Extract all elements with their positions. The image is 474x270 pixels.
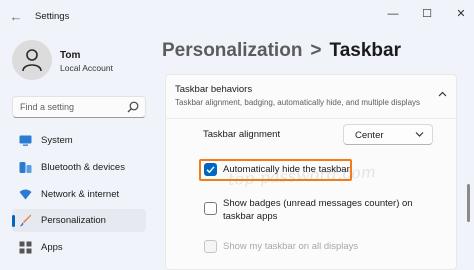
section-description: Taskbar alignment, badging, automaticall…	[175, 98, 421, 107]
sidebar-item-label: Network & internet	[41, 189, 120, 200]
title-bar: ← Settings — ☐ ✕	[0, 0, 474, 34]
breadcrumb-separator: >	[310, 40, 322, 61]
autohide-checkbox[interactable]	[204, 163, 217, 176]
breadcrumb: Personalization > Taskbar	[162, 40, 401, 62]
person-icon	[22, 49, 42, 72]
brush-icon	[19, 214, 32, 227]
avatar[interactable]	[12, 40, 52, 80]
app-title: Settings	[35, 11, 70, 22]
sidebar-item-label: Bluetooth & devices	[41, 162, 125, 173]
monitor-icon	[19, 135, 32, 146]
user-name: Tom	[60, 50, 81, 61]
all-displays-checkbox	[204, 240, 217, 253]
apps-icon	[19, 241, 32, 254]
page-title: Taskbar	[329, 40, 401, 61]
search-placeholder: Find a setting	[20, 102, 75, 112]
sidebar-item-bluetooth[interactable]: Bluetooth & devices	[12, 156, 146, 179]
search-input[interactable]: Find a setting	[12, 96, 146, 118]
scrollbar[interactable]	[467, 184, 470, 222]
checkmark-icon	[206, 166, 215, 174]
autohide-label[interactable]: Automatically hide the taskbar	[223, 164, 350, 175]
section-title: Taskbar behaviors	[175, 84, 253, 95]
breadcrumb-parent[interactable]: Personalization	[162, 40, 302, 61]
maximize-button[interactable]: ☐	[412, 3, 442, 25]
sidebar-item-personalization[interactable]: Personalization	[12, 209, 146, 232]
account-type: Local Account	[60, 63, 113, 73]
sidebar-item-label: Apps	[41, 242, 63, 253]
badges-label-cont[interactable]: taskbar apps	[223, 211, 277, 222]
sidebar-item-system[interactable]: System	[12, 129, 146, 152]
close-button[interactable]: ✕	[446, 3, 474, 25]
taskbar-behaviors-panel: Taskbar behaviors Taskbar alignment, bad…	[165, 74, 457, 270]
sidebar-item-label: Personalization	[41, 215, 106, 226]
sidebar-item-label: System	[41, 135, 73, 146]
active-indicator	[12, 215, 15, 227]
chevron-down-icon	[415, 132, 424, 137]
bluetooth-icon	[19, 162, 32, 173]
dropdown-value: Center	[355, 130, 384, 141]
badges-checkbox[interactable]	[204, 202, 217, 215]
all-displays-label: Show my taskbar on all displays	[223, 241, 359, 252]
minimize-button[interactable]: —	[378, 3, 408, 25]
sidebar-item-apps[interactable]: Apps	[12, 236, 146, 259]
badges-label[interactable]: Show badges (unread messages counter) on	[223, 198, 413, 209]
alignment-dropdown[interactable]: Center	[343, 124, 433, 145]
section-header[interactable]: Taskbar behaviors Taskbar alignment, bad…	[166, 75, 456, 119]
search-icon[interactable]	[127, 101, 139, 113]
alignment-label: Taskbar alignment	[203, 129, 281, 140]
wifi-icon	[19, 189, 32, 200]
sidebar-item-network[interactable]: Network & internet	[12, 183, 146, 206]
back-button[interactable]: ←	[6, 8, 26, 26]
chevron-up-icon[interactable]	[438, 91, 447, 97]
